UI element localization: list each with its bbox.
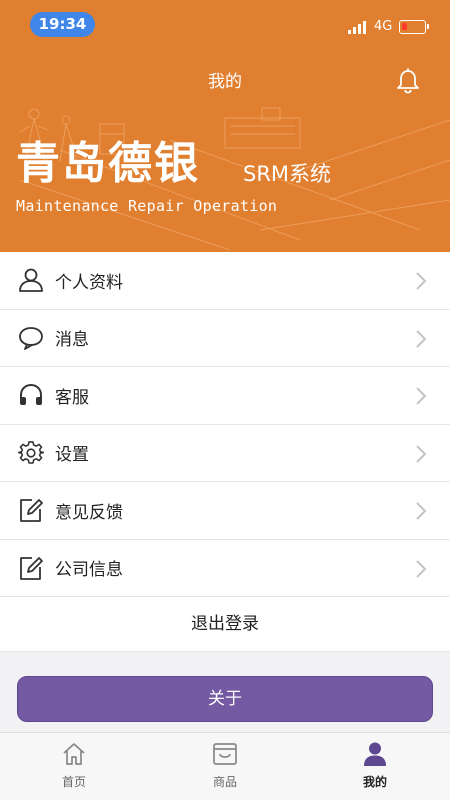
menu-item-profile[interactable]: 个人资料 (0, 252, 450, 310)
chevron-right-icon (416, 272, 427, 290)
network-type: 4G (374, 19, 393, 34)
brand-name-cn: 青岛德银 (16, 138, 200, 189)
person-icon (364, 742, 386, 766)
edit-icon (20, 499, 43, 522)
chevron-right-icon (416, 559, 427, 578)
about-button[interactable]: 关于 (17, 676, 433, 722)
menu-item-messages[interactable]: 消息 (0, 310, 450, 367)
headphones-icon (20, 383, 42, 405)
tab-home[interactable]: 首页 (19, 733, 129, 800)
menu-item-label: 公司信息 (55, 560, 123, 581)
edit-icon (20, 556, 43, 580)
user-icon (19, 268, 43, 292)
profile-menu: 个人资料 消息 客服 设置 意见反馈 公司信息 (0, 252, 450, 597)
home-icon (63, 743, 85, 765)
menu-item-settings[interactable]: 设置 (0, 425, 450, 482)
tab-bar: 首页 商品 我的 (0, 732, 450, 800)
gear-icon (18, 440, 44, 464)
bell-icon[interactable] (396, 68, 420, 94)
menu-item-label: 意见反馈 (55, 502, 123, 523)
signal-icon (348, 21, 366, 34)
status-time: 19:34 (30, 12, 95, 37)
chevron-right-icon (416, 387, 427, 405)
chevron-right-icon (416, 329, 427, 348)
page-title: 我的 (208, 72, 242, 92)
menu-item-label: 客服 (55, 387, 89, 408)
menu-item-label: 设置 (55, 445, 89, 466)
battery-icon (399, 20, 429, 34)
chevron-right-icon (416, 502, 427, 520)
menu-item-feedback[interactable]: 意见反馈 (0, 482, 450, 540)
tab-label: 我的 (362, 775, 387, 789)
brand-tagline: Maintenance Repair Operation (16, 197, 278, 215)
logout-button[interactable]: 退出登录 (0, 597, 450, 652)
profile-header: 19:34 4G 我的 青岛德银 SRM系统 Maintenance Repai… (0, 0, 450, 252)
chevron-right-icon (416, 444, 427, 463)
menu-item-label: 消息 (55, 330, 89, 351)
tab-label: 首页 (61, 775, 86, 789)
menu-item-company-info[interactable]: 公司信息 (0, 540, 450, 597)
status-bar: 19:34 4G (0, 0, 450, 50)
menu-item-label: 个人资料 (55, 272, 123, 293)
tab-label: 商品 (212, 775, 237, 789)
tab-products[interactable]: 商品 (170, 733, 280, 800)
shop-icon (213, 743, 237, 765)
menu-item-customer-service[interactable]: 客服 (0, 367, 450, 425)
chat-bubble-icon (19, 326, 43, 350)
tab-mine[interactable]: 我的 (320, 733, 430, 800)
brand-system-name: SRM系统 (243, 162, 332, 186)
